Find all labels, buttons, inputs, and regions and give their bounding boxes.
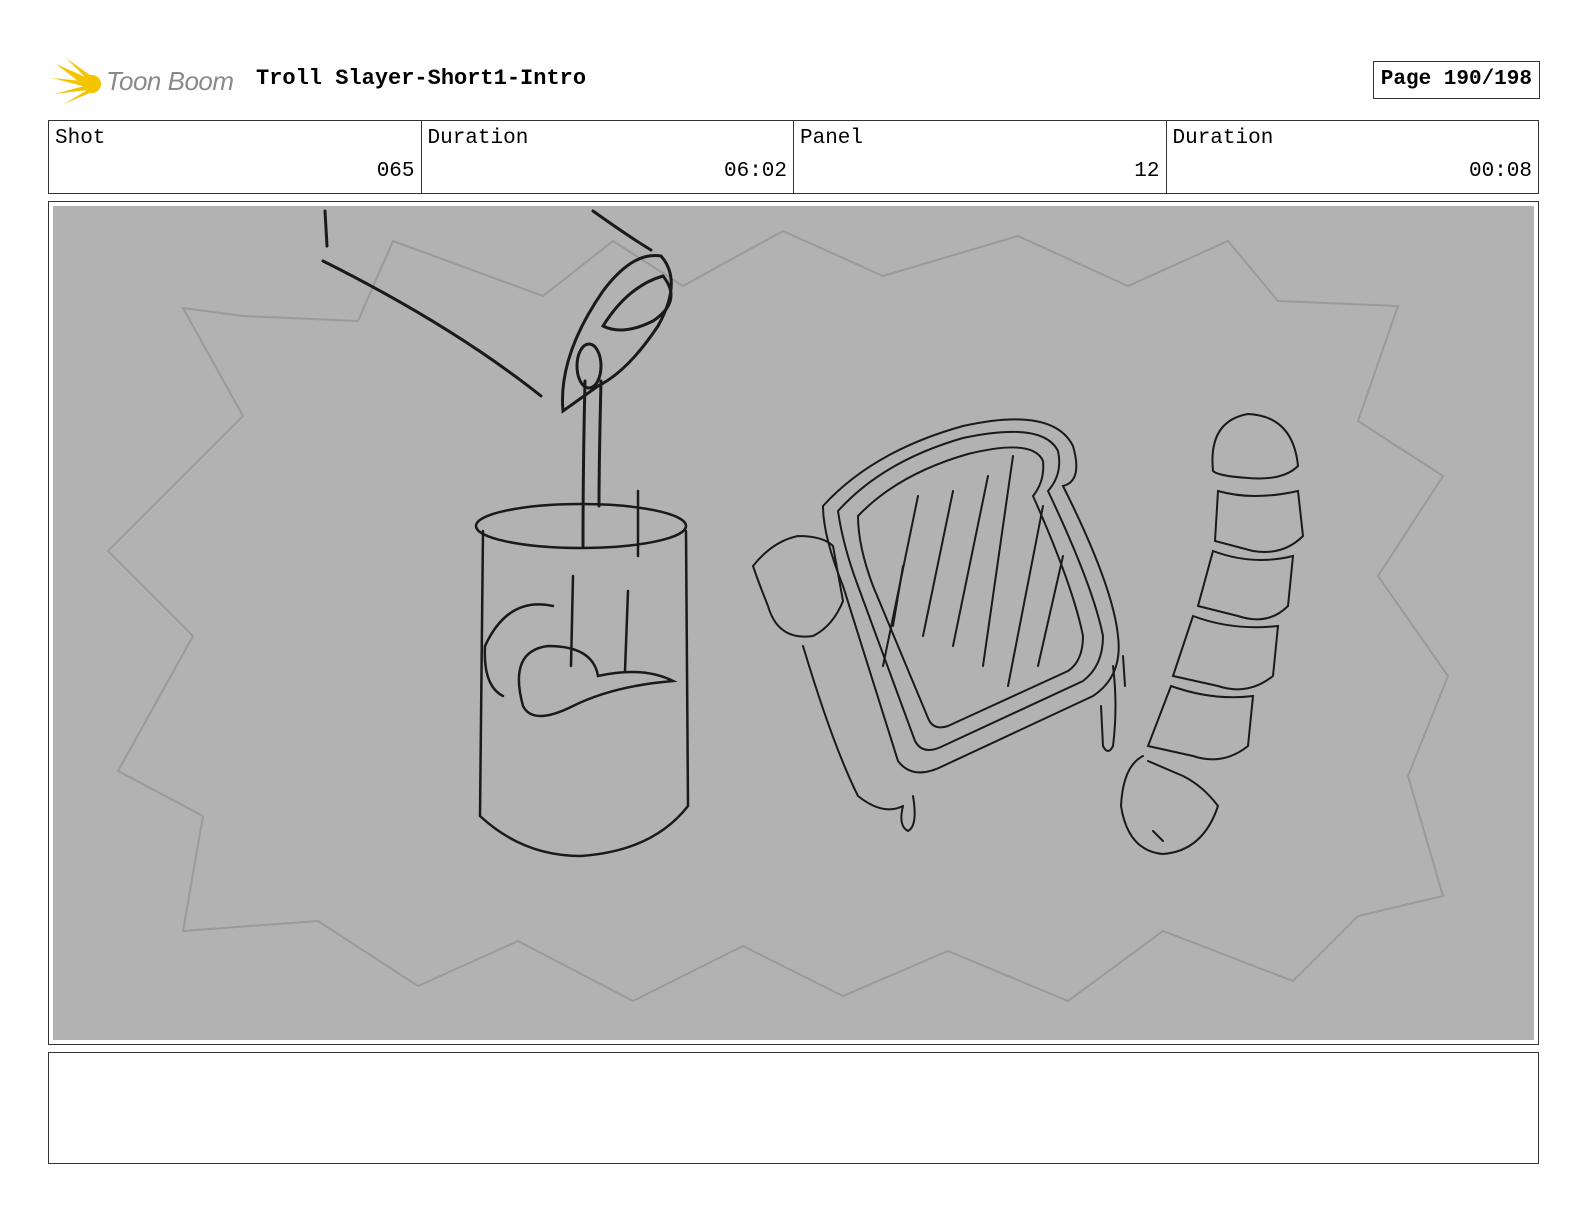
- shot-label: Shot: [55, 127, 106, 150]
- panel-duration-value: 00:08: [1468, 160, 1532, 183]
- burst-outline: [106, 229, 1450, 1003]
- pouring-carton: [321, 209, 673, 414]
- panel-label: Panel: [800, 127, 864, 150]
- sandwich: [751, 418, 1126, 833]
- page-number: Page 190/198: [1372, 61, 1540, 99]
- starburst-logo-icon: [52, 58, 101, 104]
- panel-value: 12: [1134, 160, 1160, 183]
- storyboard-sketch: [53, 206, 1534, 1040]
- logo-wordmark: Toon Boom: [106, 66, 234, 96]
- page-header: Toon Boom Troll Slayer-Short1-Intro Page…: [48, 52, 1540, 108]
- sliced-food: [1119, 412, 1305, 856]
- panel-notes-box: [48, 1052, 1539, 1164]
- shot-info-table: Shot 065 Duration 06:02 Panel 12 Duratio…: [48, 120, 1539, 194]
- shot-duration-label: Duration: [427, 127, 529, 150]
- shot-duration-value: 06:02: [723, 160, 787, 183]
- sketch-drawing: [106, 209, 1450, 1003]
- document-title: Troll Slayer-Short1-Intro: [256, 66, 587, 91]
- toon-boom-logo: Toon Boom: [52, 56, 242, 108]
- panel-duration-cell: Duration 00:08: [1165, 121, 1539, 193]
- panel-duration-label: Duration: [1172, 127, 1274, 150]
- shot-duration-cell: Duration 06:02: [420, 121, 794, 193]
- shot-cell: Shot 065: [49, 121, 421, 193]
- storyboard-panel-frame: [48, 201, 1539, 1045]
- shot-value: 065: [376, 160, 415, 183]
- panel-cell: Panel 12: [793, 121, 1166, 193]
- pour-stream: [581, 379, 603, 548]
